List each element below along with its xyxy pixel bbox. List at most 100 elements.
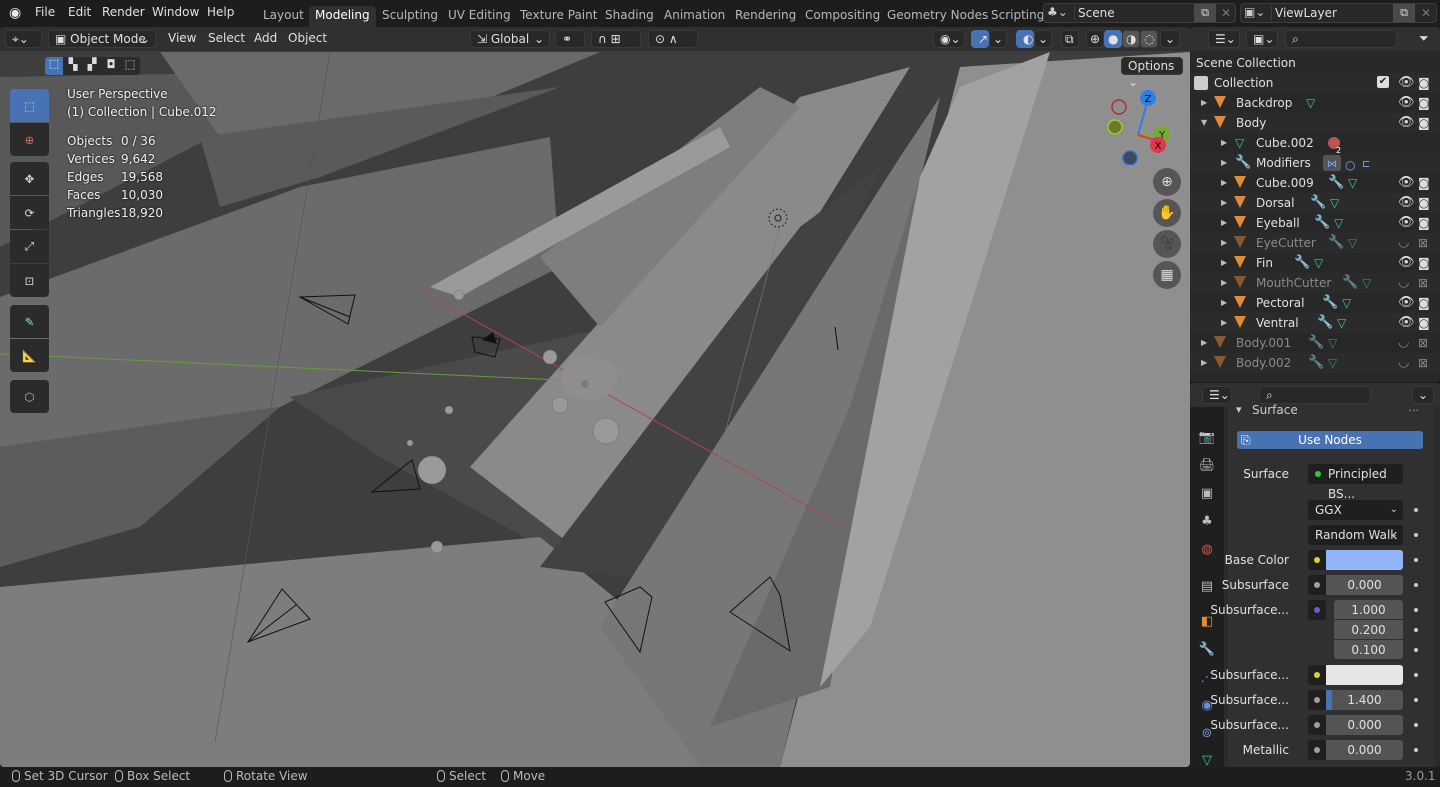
socket-button[interactable]	[1308, 575, 1326, 595]
delete-view-layer-icon[interactable]: ✕	[1417, 4, 1435, 22]
tab-animation[interactable]: Animation	[658, 6, 731, 27]
annotate-tool[interactable]: ✎	[10, 305, 49, 338]
viewport-scene[interactable]	[0, 27, 1190, 767]
subsurface-radius-y-field[interactable]: 0.200	[1334, 620, 1403, 639]
tab-world-icon[interactable]: ◍	[1198, 541, 1216, 559]
camera-render-icon[interactable]: ◙	[1418, 193, 1430, 213]
view-layer-filter-dropdown[interactable]: ▣⌄	[1246, 30, 1278, 48]
eye-icon[interactable]: 👁	[1398, 73, 1415, 93]
view-layer-selector[interactable]: ▣⌄ ViewLayer ⧉ ✕	[1240, 3, 1437, 23]
expand-arrow-icon[interactable]: ▶	[1221, 293, 1227, 313]
expand-arrow-icon[interactable]: ▶	[1221, 193, 1227, 213]
eye-closed-icon[interactable]: ◡	[1398, 333, 1409, 353]
tab-scene-icon[interactable]: ♣	[1198, 513, 1216, 531]
expand-arrow-icon[interactable]: ▶	[1221, 253, 1227, 273]
properties-search-input[interactable]: ⌕	[1259, 386, 1371, 404]
subsurface-anisotropy-field[interactable]: 0.000	[1326, 715, 1403, 735]
distribution-dropdown[interactable]: GGX ⌄	[1308, 500, 1403, 520]
xray-toggle[interactable]: ⧉	[1061, 30, 1079, 48]
outliner-row-collection[interactable]: Collection ✔ 👁 ◙	[1190, 73, 1440, 93]
tab-modifiers-icon[interactable]: 🔧	[1198, 641, 1216, 659]
mesh-data-icon[interactable]: ▽	[1348, 173, 1357, 193]
camera-render-icon[interactable]: ◙	[1418, 173, 1430, 193]
mirror-modifier-icon[interactable]: ⋈	[1323, 155, 1341, 171]
mesh-data-icon[interactable]: ▽	[1314, 253, 1323, 273]
tab-sculpting[interactable]: Sculpting	[376, 6, 444, 27]
transform-orientation-dropdown[interactable]: ⇲ Global ⌄	[470, 30, 550, 48]
camera-render-icon[interactable]: ◙	[1418, 293, 1430, 313]
outliner-row-backdrop[interactable]: ▶ Backdrop ▽ 👁 ◙	[1190, 93, 1440, 113]
editor-type-button[interactable]: ☰⌄	[1202, 386, 1232, 404]
menu-edit[interactable]: Edit	[68, 5, 91, 19]
expand-arrow-icon[interactable]: ▶	[1201, 93, 1207, 113]
overlays-toggle[interactable]: ◐	[1016, 30, 1034, 48]
mode-dropdown[interactable]: ▣ Object Mode ⌄	[48, 30, 156, 48]
scene-icon[interactable]: ♣⌄	[1047, 5, 1075, 21]
base-color-swatch[interactable]	[1326, 550, 1403, 570]
keyframe-dot[interactable]	[1414, 508, 1418, 512]
keyframe-dot[interactable]	[1414, 608, 1418, 612]
scene-name[interactable]: Scene	[1078, 6, 1115, 20]
rendered-shading-button[interactable]: ◌	[1140, 30, 1158, 48]
properties-options-dropdown[interactable]: ⌄	[1412, 386, 1434, 404]
mesh-data-icon[interactable]: ▽	[1330, 193, 1339, 213]
tab-output-icon[interactable]: 🖨	[1198, 457, 1216, 475]
expand-arrow-icon[interactable]: ▶	[1201, 333, 1207, 353]
expand-arrow-icon[interactable]: ▶	[1221, 213, 1227, 233]
transform-tool[interactable]: ⊡	[10, 264, 49, 297]
select-subtract-icon[interactable]: ▞	[83, 57, 101, 75]
tab-collection-icon[interactable]: ▤	[1198, 578, 1216, 596]
wireframe-shading-button[interactable]: ⊕	[1086, 30, 1104, 48]
outliner-row-body[interactable]: ▼ Body 👁 ◙	[1190, 113, 1440, 133]
select-invert-icon[interactable]: ◘	[102, 57, 120, 75]
camera-render-icon[interactable]: ◙	[1418, 213, 1430, 233]
outliner-row-dorsal[interactable]: ▶ Dorsal 🔧 ▽ 👁 ◙	[1190, 193, 1440, 213]
select-intersect-icon[interactable]: ⬚	[121, 57, 139, 75]
select-box-tool[interactable]: ⬚	[10, 89, 49, 122]
options-dropdown[interactable]: Options ⌄	[1121, 57, 1183, 89]
pivot-point-dropdown[interactable]: ⚭	[555, 30, 585, 48]
mesh-data-icon[interactable]: ▽	[1306, 93, 1315, 113]
gizmo-dropdown[interactable]: ⌄	[989, 30, 1007, 48]
expand-arrow-icon[interactable]: ▶	[1221, 233, 1227, 253]
proportional-editing-toggle[interactable]: ⊙ ∧	[648, 30, 698, 48]
subsurface-method-dropdown[interactable]: Random Walk ⌄	[1308, 525, 1403, 545]
menu-view[interactable]: View	[168, 31, 196, 45]
wrench-icon[interactable]: 🔧	[1342, 273, 1358, 293]
expand-arrow-icon[interactable]: ▶	[1221, 313, 1227, 333]
subsurface-radius-x-field[interactable]: 1.000	[1334, 600, 1403, 619]
expand-arrow-icon[interactable]: ▶	[1221, 273, 1227, 293]
tab-layout[interactable]: Layout	[257, 6, 310, 27]
subdivision-modifier-icon[interactable]: ○	[1345, 155, 1355, 175]
wrench-icon[interactable]: 🔧	[1328, 173, 1344, 193]
boolean-modifier-icon[interactable]: ⊏	[1362, 155, 1370, 175]
outliner-row-cube-009[interactable]: ▶ Cube.009 🔧 ▽ 👁 ◙	[1190, 173, 1440, 193]
panel-title[interactable]: Surface	[1252, 403, 1298, 417]
tab-shading[interactable]: Shading	[599, 6, 660, 27]
overlays-dropdown[interactable]: ⌄	[1034, 30, 1052, 48]
keyframe-dot[interactable]	[1414, 628, 1418, 632]
eye-icon[interactable]: 👁	[1398, 193, 1415, 213]
eye-icon[interactable]: 👁	[1398, 313, 1415, 333]
eye-icon[interactable]: 👁	[1398, 93, 1415, 113]
socket-button[interactable]	[1308, 550, 1326, 570]
surface-shader-selector[interactable]: Principled BS...	[1308, 464, 1403, 501]
camera-render-icon[interactable]: ◙	[1418, 253, 1430, 273]
outliner-row-mouthcutter[interactable]: ▶ MouthCutter 🔧 ▽ ◡ ⊠	[1190, 273, 1440, 293]
solid-shading-button[interactable]: ●	[1104, 30, 1122, 48]
select-extend-icon[interactable]: ▚	[64, 57, 82, 75]
panel-collapse-icon[interactable]: ▾	[1236, 403, 1242, 416]
object-visibility-dropdown[interactable]: ◉⌄	[933, 30, 965, 48]
outliner-row-body-002[interactable]: ▶ Body.002 🔧 ▽ ◡ ⊠	[1190, 353, 1440, 373]
camera-render-disabled-icon[interactable]: ⊠	[1418, 333, 1428, 353]
socket-button[interactable]	[1308, 600, 1326, 620]
metallic-field[interactable]: 0.000	[1326, 740, 1403, 760]
camera-render-disabled-icon[interactable]: ⊠	[1418, 273, 1428, 293]
shading-dropdown[interactable]: ⌄	[1160, 30, 1180, 48]
subsurface-ior-slider[interactable]: 1.400	[1326, 690, 1403, 710]
outliner-row-body-001[interactable]: ▶ Body.001 🔧 ▽ ◡ ⊠	[1190, 333, 1440, 353]
tab-geometry-nodes[interactable]: Geometry Nodes	[881, 6, 994, 27]
tab-uv-editing[interactable]: UV Editing	[442, 6, 517, 27]
scale-tool[interactable]: ⤢	[10, 230, 49, 263]
socket-button[interactable]	[1308, 690, 1326, 710]
